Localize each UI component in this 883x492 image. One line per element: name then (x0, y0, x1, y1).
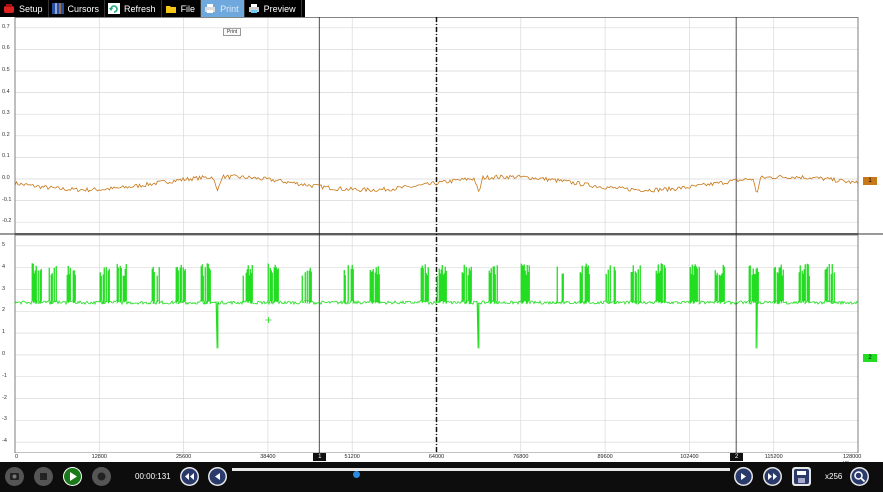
print-button[interactable]: Print (201, 0, 245, 17)
record-icon (97, 472, 106, 481)
channel1-y-tick: 0.1 (2, 153, 10, 160)
waveform-canvas[interactable] (0, 17, 883, 457)
cursor-2-tag[interactable]: 2 (730, 453, 744, 461)
channel-2-marker[interactable]: 2 (863, 354, 877, 362)
cursors-button[interactable]: Cursors (49, 0, 106, 17)
x-tick-label: 115200 (764, 454, 783, 460)
save-button[interactable] (792, 467, 811, 486)
channel1-y-tick: 0.6 (2, 45, 10, 52)
channel1-y-tick: -0.2 (2, 218, 12, 225)
step-forward-button[interactable] (734, 467, 753, 486)
print-icon (204, 3, 216, 14)
rewind-button[interactable] (180, 467, 199, 486)
x-tick-label: 0 (15, 454, 19, 460)
zoom-button[interactable] (850, 467, 869, 486)
record-button[interactable] (92, 467, 111, 486)
camera-button[interactable] (5, 467, 24, 486)
zoom-readout: x256 (825, 472, 843, 481)
channel2-y-tick: 1 (2, 329, 6, 336)
print-label: Print (220, 3, 239, 14)
x-tick-label: 89600 (597, 454, 613, 460)
fast-forward-button[interactable] (763, 467, 782, 486)
channel2-y-tick: -3 (2, 416, 7, 423)
rewind-icon (181, 468, 198, 485)
x-tick-label: 51200 (344, 454, 360, 460)
x-tick-label: 102400 (680, 454, 699, 460)
save-icon (794, 469, 809, 484)
preview-icon (248, 3, 260, 14)
toolbar: Setup Cursors Refresh File Print Preview (0, 0, 305, 17)
playback-bar: 00:00:131 x256 (0, 462, 883, 492)
file-button[interactable]: File (162, 0, 202, 17)
folder-icon (165, 3, 177, 14)
x-tick-label: 38400 (260, 454, 276, 460)
waveform-plot[interactable]: 1 2 0.7 0.6 0.5 0.4 0.3 0.2 0.1 0.0 -0.1 -0.2 5 4 3 2… (0, 17, 883, 457)
channel2-y-tick: -1 (2, 372, 7, 379)
channel2-y-tick: 3 (2, 285, 6, 292)
channel1-y-tick: 0.0 (2, 175, 10, 181)
time-readout: 00:00:131 (135, 472, 171, 481)
cursor-1-tag[interactable]: 1 (313, 453, 327, 461)
setup-label: Setup (19, 3, 43, 14)
play-button[interactable] (63, 467, 82, 486)
stop-button[interactable] (34, 467, 53, 486)
x-tick-label: 25600 (175, 454, 192, 460)
stop-icon (40, 473, 47, 480)
channel2-y-tick: 4 (2, 263, 6, 270)
channel1-y-tick: -0.1 (2, 196, 12, 203)
setup-button[interactable]: Setup (0, 0, 49, 17)
channel2-y-tick: -4 (2, 438, 7, 445)
play-icon (64, 468, 81, 485)
scope-app: Setup Cursors Refresh File Print Preview… (0, 0, 883, 492)
channel1-y-tick: 0.2 (2, 131, 10, 138)
x-tick-label: 12800 (91, 454, 107, 460)
channel2-y-tick: -2 (2, 394, 7, 401)
refresh-button[interactable]: Refresh (105, 0, 162, 17)
timeline-scrubber[interactable] (232, 468, 730, 478)
channel2-cross-marker (265, 317, 272, 324)
x-tick-label: 64000 (428, 454, 445, 460)
step-forward-icon (735, 468, 752, 485)
cursors-label: Cursors (67, 3, 100, 14)
cursors-icon (51, 3, 64, 14)
channel-1-marker[interactable]: 1 (863, 177, 877, 185)
step-back-icon (209, 468, 226, 485)
step-back-button[interactable] (208, 467, 227, 486)
channel1-y-tick: 0.4 (2, 88, 10, 95)
channel2-y-tick: 2 (2, 307, 6, 314)
camera-icon (10, 473, 19, 480)
setup-icon (3, 3, 15, 14)
refresh-label: Refresh (124, 3, 156, 14)
preview-label: Preview (263, 3, 296, 14)
fast-forward-icon (764, 468, 781, 485)
file-label: File (180, 3, 196, 14)
channel2-y-tick: 5 (2, 241, 6, 248)
channel1-y-tick: 0.3 (2, 110, 10, 117)
preview-button[interactable]: Preview (245, 0, 302, 17)
x-axis: 0 12800 25600 38400 51200 64000 76800 89600 1024… (0, 453, 883, 466)
x-tick-label: 76800 (513, 454, 529, 460)
scrubber-thumb[interactable] (353, 471, 360, 478)
refresh-icon (108, 3, 121, 14)
zoom-icon (851, 468, 868, 485)
channel2-y-tick: 0 (2, 350, 6, 357)
channel1-y-tick: 0.5 (2, 67, 10, 73)
channel1-y-tick: 0.7 (2, 23, 10, 30)
